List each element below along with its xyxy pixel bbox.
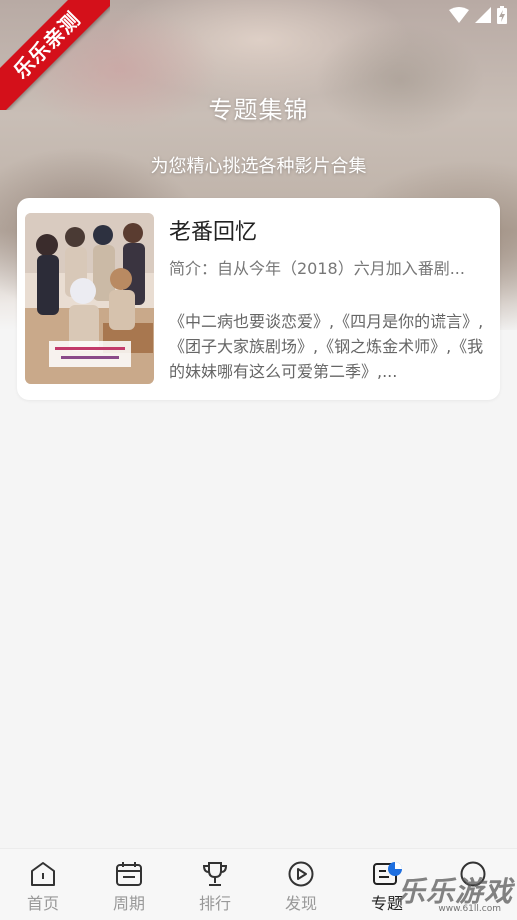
nav-label-home: 首页 — [26, 894, 59, 913]
status-bar — [449, 6, 507, 28]
topic-list: 《中二病也要谈恋爱》,《四月是你的谎言》,《团子大家族剧场》,《钢之炼金术师》,… — [169, 312, 484, 381]
topic-intro: 简介：自从今年（2018）六月加入番剧... — [169, 259, 465, 278]
play-circle-icon — [266, 861, 336, 887]
topic-card[interactable]: 老番回忆 简介：自从今年（2018）六月加入番剧... 《中二病也要谈恋爱》,《… — [17, 198, 500, 400]
page-title: 专题集锦 — [208, 96, 309, 124]
wifi-icon — [449, 7, 469, 27]
nav-item-discover[interactable]: 发现 — [266, 861, 336, 914]
nav-label-calendar: 周期 — [112, 894, 145, 913]
nav-label-discover: 发现 — [284, 894, 317, 913]
battery-charging-icon — [497, 6, 507, 28]
nav-item-home[interactable]: 首页 — [8, 861, 78, 914]
watermark-url: www.61ll.com — [438, 904, 501, 914]
nav-item-ranking[interactable]: 排行 — [180, 861, 250, 914]
nav-item-calendar[interactable]: 周期 — [94, 861, 164, 914]
topic-title: 老番回忆 — [169, 220, 258, 245]
bottom-nav: 首页 周期 排行 发现 专题 乐乐游戏 www.61ll.com — [0, 848, 517, 920]
trophy-icon — [180, 861, 250, 887]
nav-label-ranking: 排行 — [198, 894, 231, 913]
home-icon — [8, 861, 78, 887]
watermark: 乐乐游戏 www.61ll.com — [393, 870, 513, 916]
calendar-icon — [94, 861, 164, 887]
signal-icon — [475, 7, 491, 27]
topic-cover-image — [25, 213, 154, 384]
page-subtitle: 为您精心挑选各种影片合集 — [150, 156, 367, 177]
